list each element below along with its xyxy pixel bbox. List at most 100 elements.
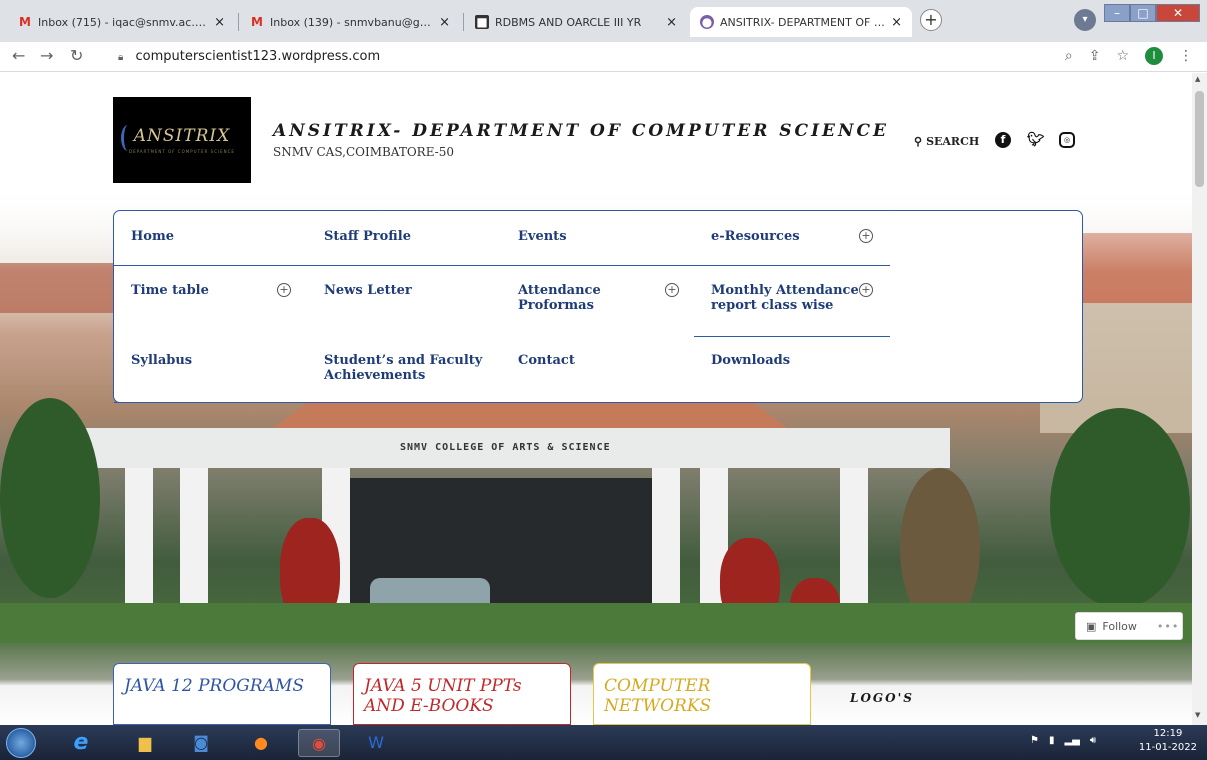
menu-item-contact[interactable]: Contact xyxy=(518,353,575,368)
scroll-thumb[interactable] xyxy=(1195,91,1204,187)
start-button[interactable] xyxy=(6,728,36,758)
vertical-scrollbar[interactable]: ▲ ▼ xyxy=(1192,73,1207,725)
site-title[interactable]: ANSITRIX- DEPARTMENT OF COMPUTER SCIENCE xyxy=(273,121,889,141)
media-player-icon[interactable]: ◙ xyxy=(180,729,222,757)
facebook-icon[interactable]: f xyxy=(995,132,1011,148)
back-icon[interactable]: ← xyxy=(12,46,25,65)
tab-separator xyxy=(238,13,239,31)
card-computer-networks[interactable]: COMPUTER NETWORKS xyxy=(593,663,811,725)
social-links: f 🐦︎ ◎ xyxy=(995,132,1075,148)
bg-tree xyxy=(1050,408,1190,608)
close-window-button[interactable]: ✕ xyxy=(1156,4,1200,22)
zoom-icon[interactable]: ⌕ xyxy=(1065,48,1073,64)
menu-item-e-resources[interactable]: e-Resources xyxy=(711,229,800,244)
logos-heading: LOGO'S xyxy=(850,691,914,705)
logo-text: ANSITRIX xyxy=(133,126,231,146)
browser-toolbar: ← → ↻ 🔒︎ computerscientist123.wordpress.… xyxy=(0,42,1207,72)
menu-divider xyxy=(114,265,890,266)
follow-button[interactable]: ▣ Follow ••• xyxy=(1075,612,1183,640)
gmail-icon: M xyxy=(251,15,263,29)
tab-rdbms[interactable]: ■ RDBMS AND OARCLE III YR × xyxy=(465,7,687,37)
bg-tree xyxy=(0,398,100,598)
site-header: ANSITRIX DEPARTMENT OF COMPUTER SCIENCE … xyxy=(113,97,1113,187)
tab-gmail-snmvbanu[interactable]: M Inbox (139) - snmvbanu@gmail.c × xyxy=(240,7,460,37)
search-icon: ⚲ xyxy=(914,135,923,148)
logo-subtext: DEPARTMENT OF COMPUTER SCIENCE xyxy=(129,149,235,154)
main-menu: Home Staff Profile Events e-Resources + … xyxy=(113,210,1083,403)
instagram-icon[interactable]: ◎ xyxy=(1059,132,1075,148)
tab-search-chevron-icon[interactable]: ▾ xyxy=(1074,9,1096,31)
tab-title: RDBMS AND OARCLE III YR xyxy=(495,15,642,29)
follow-icon: ▣ xyxy=(1086,619,1097,633)
firefox-icon[interactable]: ● xyxy=(240,729,282,757)
bg-college-roof xyxy=(270,400,790,430)
menu-item-downloads[interactable]: Downloads xyxy=(711,353,790,368)
volume-icon[interactable]: 🔊︎ xyxy=(1090,735,1096,746)
address-bar[interactable]: 🔒︎ computerscientist123.wordpress.com xyxy=(118,49,380,64)
site-subtitle: SNMV CAS,COIMBATORE-50 xyxy=(273,145,455,159)
card-java-ppts[interactable]: JAVA 5 UNIT PPTs AND E-BOOKS xyxy=(353,663,571,725)
more-options-icon[interactable]: ••• xyxy=(1157,620,1179,633)
share-icon[interactable]: ⇪ xyxy=(1089,48,1101,64)
tab-ansitrix[interactable]: ● ANSITRIX- DEPARTMENT OF CO × xyxy=(690,7,912,37)
menu-item-home[interactable]: Home xyxy=(131,229,174,244)
menu-divider xyxy=(114,402,502,403)
classroom-icon: ■ xyxy=(475,15,489,29)
card-java-programs[interactable]: JAVA 12 PROGRAMS xyxy=(113,663,331,725)
expand-plus-icon[interactable]: + xyxy=(277,283,291,297)
gmail-icon: M xyxy=(19,15,31,29)
url-text: computerscientist123.wordpress.com xyxy=(135,49,381,64)
tab-close-icon[interactable]: × xyxy=(439,15,450,30)
scroll-down-arrow-icon[interactable]: ▼ xyxy=(1195,711,1200,719)
tab-title: Inbox (715) - iqac@snmv.ac.in - S xyxy=(38,15,209,29)
menu-item-syllabus[interactable]: Syllabus xyxy=(131,353,192,368)
menu-divider xyxy=(694,336,890,337)
word-icon[interactable]: W xyxy=(355,729,397,757)
menu-item-staff-profile[interactable]: Staff Profile xyxy=(324,229,411,244)
page-content: SNMV COLLEGE OF ARTS & SCIENCE ANSITRIX … xyxy=(0,73,1192,725)
scroll-up-arrow-icon[interactable]: ▲ xyxy=(1195,75,1200,83)
taskbar: e ▆ ◙ ● ◉ W ⚑ ▮ ▂▄ 🔊︎ 12:19 11-01-2022 xyxy=(0,725,1207,760)
maximize-button[interactable]: □ xyxy=(1130,4,1156,22)
content-cards: JAVA 12 PROGRAMS JAVA 5 UNIT PPTs AND E-… xyxy=(0,663,1192,725)
menu-item-monthly-attendance[interactable]: Monthly Attendance report class wise xyxy=(711,283,859,313)
tab-gmail-iqac[interactable]: M Inbox (715) - iqac@snmv.ac.in - S × xyxy=(8,7,235,37)
menu-item-attendance-proformas[interactable]: Attendance Proformas xyxy=(518,283,628,313)
menu-item-news-letter[interactable]: News Letter xyxy=(324,283,412,298)
browser-tab-bar: M Inbox (715) - iqac@snmv.ac.in - S × M … xyxy=(0,0,1207,42)
chrome-icon[interactable]: ◉ xyxy=(298,729,340,757)
forward-icon[interactable]: → xyxy=(40,46,53,65)
logo-wing-icon xyxy=(121,125,135,151)
signal-icon[interactable]: ▂▄ xyxy=(1064,735,1079,746)
flag-icon[interactable]: ⚑ xyxy=(1030,735,1039,746)
expand-plus-icon[interactable]: + xyxy=(859,283,873,297)
system-tray-icons: ⚑ ▮ ▂▄ 🔊︎ xyxy=(1030,735,1096,746)
expand-plus-icon[interactable]: + xyxy=(859,229,873,243)
new-tab-button[interactable]: + xyxy=(920,9,942,31)
lock-icon: 🔒︎ xyxy=(118,52,124,63)
bookmark-star-icon[interactable]: ☆ xyxy=(1116,48,1129,64)
menu-item-events[interactable]: Events xyxy=(518,229,567,244)
toolbar-icons: ⌕ ⇪ ☆ I ⋮ xyxy=(1065,47,1193,65)
menu-item-time-table[interactable]: Time table xyxy=(131,283,209,298)
menu-item-achievements[interactable]: Student’s and Faculty Achievements xyxy=(324,353,484,383)
network-icon[interactable]: ▮ xyxy=(1049,735,1055,746)
search-label: SEARCH xyxy=(926,135,980,148)
profile-avatar[interactable]: I xyxy=(1145,47,1163,65)
clock[interactable]: 12:19 11-01-2022 xyxy=(1139,727,1197,755)
minimize-button[interactable]: – xyxy=(1104,4,1130,22)
tab-separator xyxy=(463,13,464,31)
tab-close-icon[interactable]: × xyxy=(666,15,677,30)
site-logo[interactable]: ANSITRIX DEPARTMENT OF COMPUTER SCIENCE xyxy=(113,97,251,183)
tab-title: ANSITRIX- DEPARTMENT OF CO xyxy=(720,15,886,29)
site-icon: ● xyxy=(700,15,714,29)
reload-icon[interactable]: ↻ xyxy=(70,46,83,65)
tab-close-icon[interactable]: × xyxy=(214,15,225,30)
ie-icon[interactable]: e xyxy=(60,729,102,757)
twitter-icon[interactable]: 🐦︎ xyxy=(1027,132,1045,148)
search-button[interactable]: ⚲ SEARCH xyxy=(914,135,979,148)
file-explorer-icon[interactable]: ▆ xyxy=(124,729,166,757)
expand-plus-icon[interactable]: + xyxy=(665,283,679,297)
menu-kebab-icon[interactable]: ⋮ xyxy=(1179,48,1193,64)
tab-close-icon[interactable]: × xyxy=(891,15,902,30)
